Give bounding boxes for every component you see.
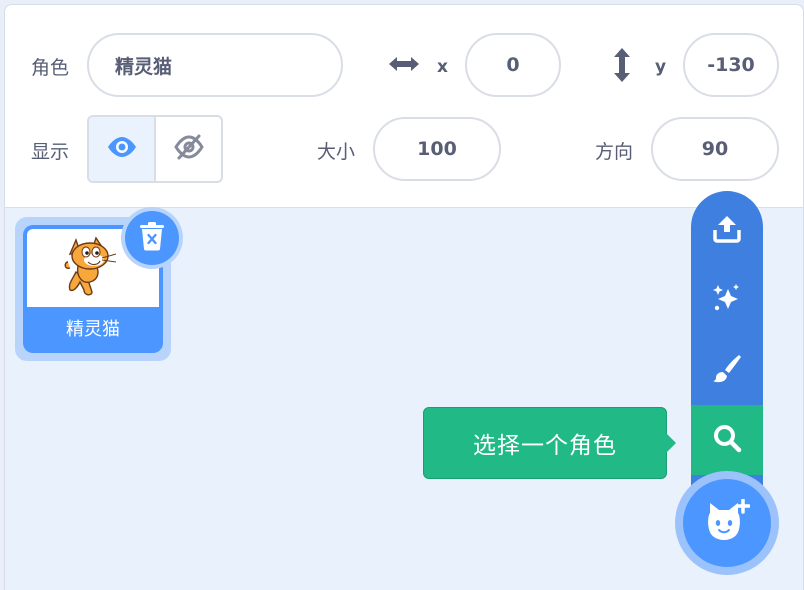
direction-input[interactable]: 90 <box>651 117 779 181</box>
direction-value: 90 <box>701 138 729 160</box>
eye-icon <box>107 136 137 162</box>
cat-sprite-icon <box>62 232 124 304</box>
tooltip-arrow <box>666 433 676 453</box>
y-value: -130 <box>707 54 755 76</box>
y-input[interactable]: -130 <box>683 33 779 97</box>
direction-label: 方向 <box>595 141 634 163</box>
show-sprite-button[interactable] <box>89 117 156 181</box>
sprite-name-value: 精灵猫 <box>115 55 173 78</box>
sprite-name-input[interactable]: 精灵猫 <box>87 33 343 97</box>
show-label: 显示 <box>31 141 70 163</box>
add-sprite-button[interactable] <box>683 479 771 567</box>
x-value: 0 <box>506 54 520 76</box>
surprise-sprite-button[interactable] <box>691 265 763 335</box>
sprite-info-panel: 角色 精灵猫 x 0 y -130 显示 大小 100 方向 90 <box>5 5 803 208</box>
x-label: x <box>437 57 448 77</box>
upload-sprite-button[interactable] <box>691 195 763 265</box>
add-cat-icon <box>704 498 751 547</box>
sprite-label: 角色 <box>31 57 70 79</box>
delete-sprite-button[interactable] <box>121 207 183 269</box>
search-icon <box>712 423 742 457</box>
upload-icon <box>712 213 742 247</box>
hide-sprite-button[interactable] <box>156 117 221 181</box>
x-input[interactable]: 0 <box>465 33 561 97</box>
size-label: 大小 <box>317 141 356 163</box>
sprite-tile-name: 精灵猫 <box>66 319 120 340</box>
y-label: y <box>655 57 667 77</box>
add-sprite-menu <box>691 191 763 495</box>
paint-sprite-button[interactable] <box>691 335 763 405</box>
size-value: 100 <box>417 138 457 160</box>
eye-slash-icon <box>173 134 204 164</box>
choose-sprite-tooltip: 选择一个角色 <box>423 407 667 479</box>
vertical-arrows-icon <box>611 47 633 87</box>
horizontal-arrows-icon <box>387 51 421 81</box>
choose-sprite-button[interactable] <box>691 405 763 475</box>
sprite-pane: 角色 精灵猫 x 0 y -130 显示 大小 100 方向 90 精灵猫 选择… <box>4 4 804 590</box>
paint-brush-icon <box>712 353 742 387</box>
visibility-toggle <box>87 115 223 183</box>
trash-icon <box>139 221 165 255</box>
size-input[interactable]: 100 <box>373 117 501 181</box>
surprise-sparkle-icon <box>712 283 742 317</box>
